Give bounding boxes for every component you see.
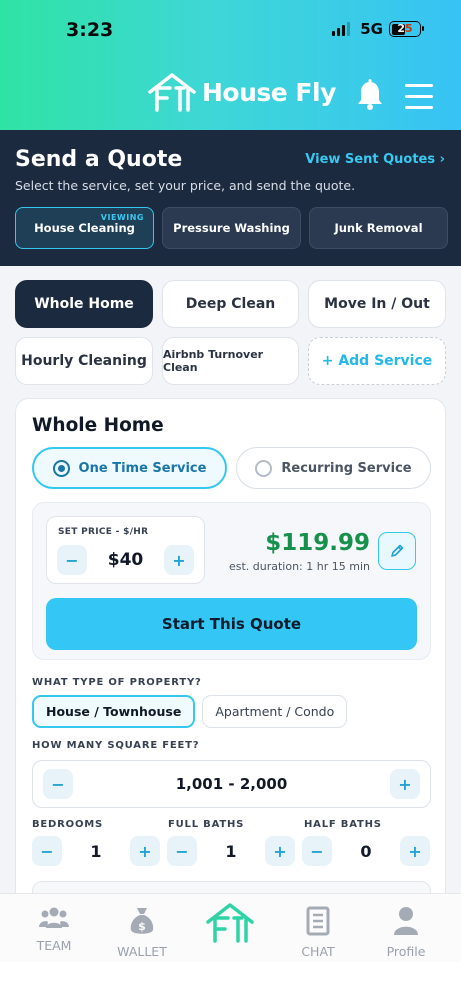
add-service-button[interactable]: + Add Service: [308, 337, 446, 385]
service-airbnb-turnover[interactable]: Airbnb Turnover Clean: [162, 337, 299, 385]
nav-chat[interactable]: CHAT: [278, 906, 358, 959]
service-hourly-cleaning[interactable]: Hourly Cleaning: [15, 337, 153, 385]
radio-label: Recurring Service: [281, 460, 412, 476]
nav-wallet[interactable]: $ WALLET: [102, 906, 182, 959]
money-bag-icon: $: [130, 908, 154, 934]
page-title: Send a Quote: [15, 147, 183, 172]
nav-profile[interactable]: Profile: [366, 906, 446, 959]
pricing-panel: SET PRICE - $/HR − $40 + $119.99 est. du…: [32, 502, 431, 660]
app-logo: House Fly: [148, 72, 336, 112]
team-icon: [39, 907, 69, 928]
half-baths-label: HALF BATHS: [304, 819, 382, 830]
radio-unselected-icon: [255, 459, 273, 477]
service-card: Whole Home One Time Service Recurring Se…: [15, 398, 446, 918]
top-header: 3:23 5G 25 House Fly: [0, 0, 461, 130]
sqft-increase-button[interactable]: +: [390, 769, 420, 799]
bedrooms-stepper: − 1 +: [32, 836, 160, 868]
bedrooms-increase-button[interactable]: +: [130, 836, 160, 866]
quote-header-section: Send a Quote View Sent Quotes › Select t…: [0, 130, 461, 266]
radio-label: One Time Service: [78, 460, 207, 476]
status-indicators: 5G 25: [332, 20, 424, 38]
tab-house-cleaning[interactable]: VIEWING House Cleaning: [15, 207, 154, 249]
square-feet-value: 1,001 - 2,000: [175, 775, 288, 793]
start-quote-button[interactable]: Start This Quote: [46, 598, 417, 650]
set-price-label: SET PRICE - $/HR: [58, 527, 149, 537]
half-baths-increase-button[interactable]: +: [400, 836, 430, 866]
house-fly-logo-icon: [206, 903, 254, 943]
nav-home[interactable]: [190, 902, 270, 948]
house-logo-icon: [148, 73, 196, 112]
one-time-service-radio[interactable]: One Time Service: [32, 447, 227, 489]
service-options: Whole Home Deep Clean Move In / Out Hour…: [15, 280, 446, 385]
chat-icon: [306, 906, 330, 936]
nav-team[interactable]: TEAM: [14, 906, 94, 953]
recurring-service-radio[interactable]: Recurring Service: [236, 447, 431, 489]
status-time: 3:23: [66, 19, 114, 41]
hourly-rate-stepper: SET PRICE - $/HR − $40 +: [46, 516, 205, 584]
tab-label: Pressure Washing: [173, 221, 290, 235]
view-sent-quotes-link[interactable]: View Sent Quotes ›: [305, 152, 445, 167]
tab-pressure-washing[interactable]: Pressure Washing: [162, 207, 301, 249]
bedrooms-label: BEDROOMS: [32, 819, 104, 830]
nav-wallet-label: WALLET: [117, 944, 167, 959]
half-baths-stepper: − 0 +: [302, 836, 430, 868]
viewing-badge: VIEWING: [100, 213, 144, 222]
bell-icon[interactable]: [356, 79, 384, 115]
quote-total: $119.99: [265, 530, 370, 556]
frequency-selector: One Time Service Recurring Service: [32, 447, 431, 489]
rate-increase-button[interactable]: +: [164, 545, 194, 575]
page-subtitle: Select the service, set your price, and …: [15, 178, 356, 193]
edit-price-button[interactable]: [378, 532, 416, 570]
service-whole-home[interactable]: Whole Home: [15, 280, 153, 328]
tab-junk-removal[interactable]: Junk Removal: [309, 207, 448, 249]
home-indicator-area: [0, 962, 461, 1000]
full-baths-label: FULL BATHS: [168, 819, 245, 830]
property-type-options: House / Townhouse Apartment / Condo: [32, 695, 348, 728]
nav-profile-label: Profile: [386, 944, 426, 959]
property-type-label: WHAT TYPE OF PROPERTY?: [32, 677, 202, 688]
service-deep-clean[interactable]: Deep Clean: [162, 280, 299, 328]
estimated-duration: est. duration: 1 hr 15 min: [228, 560, 370, 573]
nav-chat-label: CHAT: [301, 944, 335, 959]
full-baths-increase-button[interactable]: +: [265, 836, 295, 866]
square-feet-label: HOW MANY SQUARE FEET?: [32, 740, 200, 751]
category-tabs: VIEWING House Cleaning Pressure Washing …: [15, 207, 448, 249]
signal-icon: [332, 22, 351, 36]
radio-selected-icon: [52, 459, 70, 477]
full-baths-stepper: − 1 +: [167, 836, 295, 868]
pencil-icon: [391, 544, 404, 557]
property-apartment-condo[interactable]: Apartment / Condo: [202, 695, 348, 728]
card-title: Whole Home: [32, 415, 164, 436]
square-feet-stepper: − 1,001 - 2,000 +: [32, 760, 431, 808]
network-label: 5G: [360, 20, 383, 38]
svg-text:$: $: [138, 920, 146, 933]
battery-icon: 25: [389, 21, 424, 37]
property-house-townhouse[interactable]: House / Townhouse: [32, 695, 196, 728]
logo-text: House Fly: [202, 77, 336, 107]
nav-team-label: TEAM: [36, 938, 72, 953]
battery-level: 25: [397, 22, 413, 35]
profile-icon: [394, 907, 418, 935]
tab-label: House Cleaning: [34, 221, 135, 235]
menu-icon[interactable]: [405, 84, 433, 117]
service-move-in-out[interactable]: Move In / Out: [308, 280, 446, 328]
tab-label: Junk Removal: [334, 221, 423, 235]
